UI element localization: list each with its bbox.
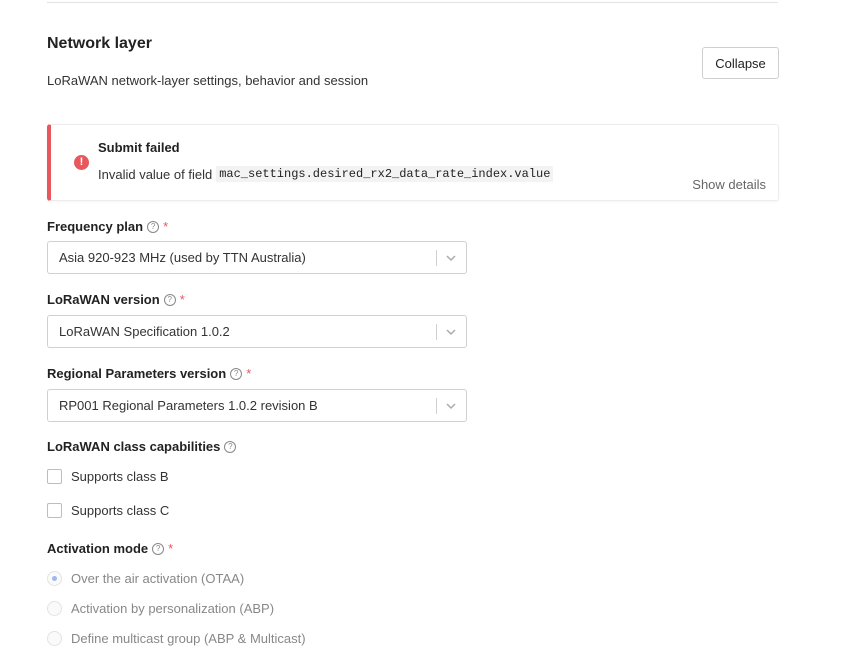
regional-parameters-label: Regional Parameters version ? * — [47, 366, 251, 381]
activation-otaa-radio[interactable]: Over the air activation (OTAA) — [47, 571, 244, 586]
help-icon[interactable]: ? — [147, 220, 160, 233]
section-divider — [47, 0, 778, 3]
alert-field-code: mac_settings.desired_rx2_data_rate_index… — [216, 166, 554, 182]
regional-parameters-value: RP001 Regional Parameters 1.0.2 revision… — [59, 398, 318, 413]
section-title: Network layer — [47, 35, 152, 52]
class-capabilities-label: LoRaWAN class capabilities ? — [47, 439, 237, 454]
radio-label: Define multicast group (ABP & Multicast) — [71, 631, 306, 646]
alert-circle-icon: ! — [74, 155, 89, 170]
required-mark: * — [163, 219, 169, 234]
submit-error-alert: ! Submit failed Invalid value of field m… — [47, 124, 779, 201]
radio-label: Activation by personalization (ABP) — [71, 601, 275, 616]
chevron-down-icon — [446, 255, 456, 262]
alert-title: Submit failed — [98, 140, 180, 155]
activation-mode-label-text: Activation mode — [47, 541, 149, 556]
chevron-down-icon — [446, 329, 456, 336]
required-mark: * — [179, 292, 185, 307]
checkbox-label: Supports class C — [71, 503, 170, 518]
alert-message: Invalid value of field mac_settings.desi… — [98, 166, 554, 182]
required-mark: * — [168, 541, 174, 556]
class-capabilities-label-text: LoRaWAN class capabilities — [47, 439, 221, 454]
radio-button[interactable] — [47, 631, 62, 646]
required-mark: * — [246, 366, 252, 381]
frequency-plan-select[interactable]: Asia 920-923 MHz (used by TTN Australia) — [47, 241, 467, 274]
select-separator — [436, 250, 437, 266]
activation-abp-radio[interactable]: Activation by personalization (ABP) — [47, 601, 274, 616]
supports-class-b-checkbox[interactable]: Supports class B — [47, 469, 169, 484]
frequency-plan-label-text: Frequency plan — [47, 219, 144, 234]
frequency-plan-value: Asia 920-923 MHz (used by TTN Australia) — [59, 250, 306, 265]
checkbox-box[interactable] — [47, 469, 62, 484]
radio-label: Over the air activation (OTAA) — [71, 571, 245, 586]
checkbox-label: Supports class B — [71, 469, 169, 484]
lorawan-version-value: LoRaWAN Specification 1.0.2 — [59, 324, 230, 339]
section-description: LoRaWAN network-layer settings, behavior… — [47, 73, 369, 88]
checkbox-box[interactable] — [47, 503, 62, 518]
regional-parameters-label-text: Regional Parameters version — [47, 366, 227, 381]
lorawan-version-label: LoRaWAN version ? * — [47, 292, 185, 307]
chevron-down-icon — [446, 403, 456, 410]
lorawan-version-select[interactable]: LoRaWAN Specification 1.0.2 — [47, 315, 467, 348]
frequency-plan-label: Frequency plan ? * — [47, 219, 168, 234]
help-icon[interactable]: ? — [163, 293, 176, 306]
select-separator — [436, 324, 437, 340]
alert-message-text: Invalid value of field — [98, 166, 213, 182]
radio-button[interactable] — [47, 601, 62, 616]
lorawan-version-label-text: LoRaWAN version — [47, 292, 160, 307]
network-layer-page: Network layer LoRaWAN network-layer sett… — [0, 0, 854, 665]
regional-parameters-select[interactable]: RP001 Regional Parameters 1.0.2 revision… — [47, 389, 467, 422]
help-icon[interactable]: ? — [230, 367, 243, 380]
show-details-link[interactable]: Show details — [692, 177, 766, 192]
supports-class-c-checkbox[interactable]: Supports class C — [47, 503, 169, 518]
help-icon[interactable]: ? — [224, 440, 237, 453]
activation-mode-label: Activation mode ? * — [47, 541, 173, 556]
select-separator — [436, 398, 437, 414]
collapse-button[interactable]: Collapse — [702, 47, 779, 79]
radio-button[interactable] — [47, 571, 62, 586]
help-icon[interactable]: ? — [152, 542, 165, 555]
activation-multicast-radio[interactable]: Define multicast group (ABP & Multicast) — [47, 631, 306, 646]
